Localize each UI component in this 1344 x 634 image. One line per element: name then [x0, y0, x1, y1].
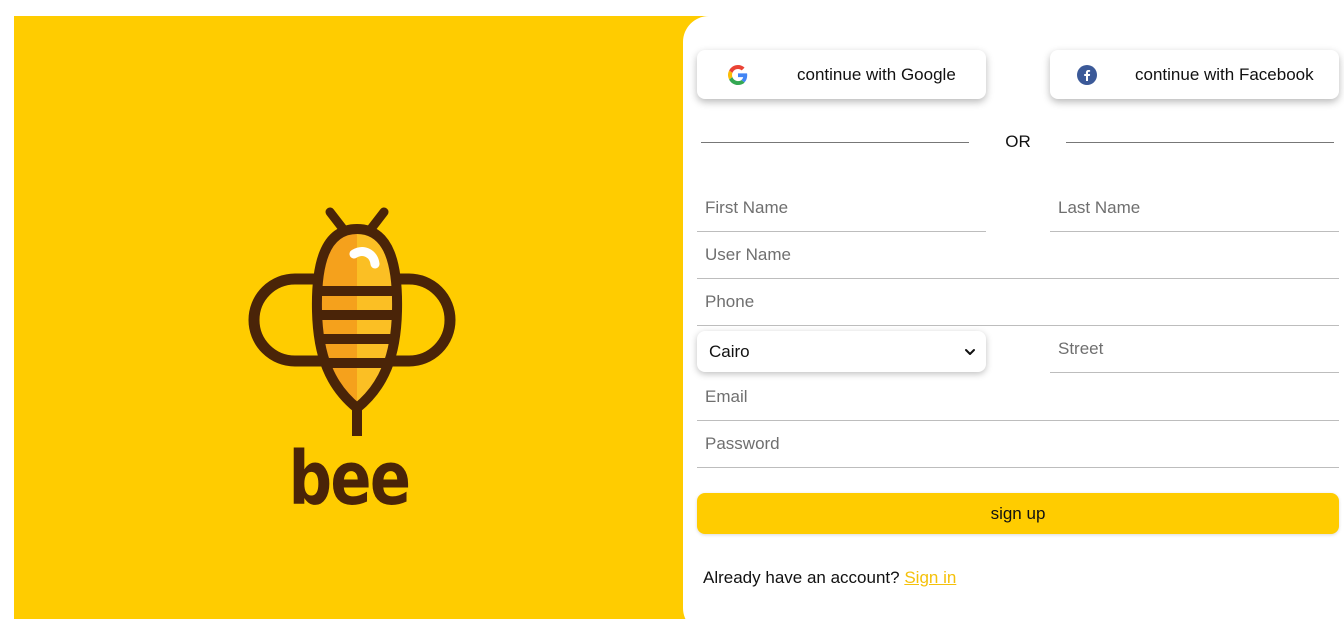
last-name-field[interactable]: [1050, 185, 1339, 232]
first-name-field[interactable]: [697, 185, 986, 232]
bee-logo: bee: [234, 186, 464, 526]
first-name-input[interactable]: [697, 185, 986, 231]
brand-panel: bee: [14, 16, 714, 619]
divider-line-right: [1066, 142, 1334, 143]
sign-up-button[interactable]: sign up: [697, 493, 1339, 534]
facebook-signin-button[interactable]: continue with Facebook: [1050, 50, 1339, 99]
email-input[interactable]: [697, 374, 1339, 420]
last-name-input[interactable]: [1050, 185, 1339, 231]
user-name-field[interactable]: [697, 232, 1339, 279]
signin-prompt-row: Already have an account? Sign in: [703, 568, 956, 588]
user-name-input[interactable]: [697, 232, 1339, 278]
street-input[interactable]: [1050, 326, 1339, 372]
sign-in-link[interactable]: Sign in: [904, 568, 956, 587]
google-icon: [728, 65, 748, 85]
signin-prompt-text: Already have an account?: [703, 568, 900, 587]
email-field[interactable]: [697, 374, 1339, 421]
password-field[interactable]: [697, 421, 1339, 468]
divider-line-left: [701, 142, 969, 143]
google-button-label: continue with Google: [797, 65, 956, 84]
divider-or: OR: [1005, 132, 1031, 151]
phone-input[interactable]: [697, 279, 1339, 325]
street-field[interactable]: [1050, 326, 1339, 373]
chevron-down-icon: [964, 345, 976, 357]
facebook-button-label: continue with Facebook: [1135, 65, 1314, 84]
google-signin-button[interactable]: continue with Google: [697, 50, 986, 99]
logo-text: bee: [288, 436, 411, 522]
facebook-icon: [1077, 65, 1097, 85]
phone-field[interactable]: [697, 279, 1339, 326]
bee-icon: [248, 207, 456, 441]
password-input[interactable]: [697, 421, 1339, 467]
city-select-value: Cairo: [709, 342, 750, 361]
city-select[interactable]: Cairo: [697, 331, 986, 372]
